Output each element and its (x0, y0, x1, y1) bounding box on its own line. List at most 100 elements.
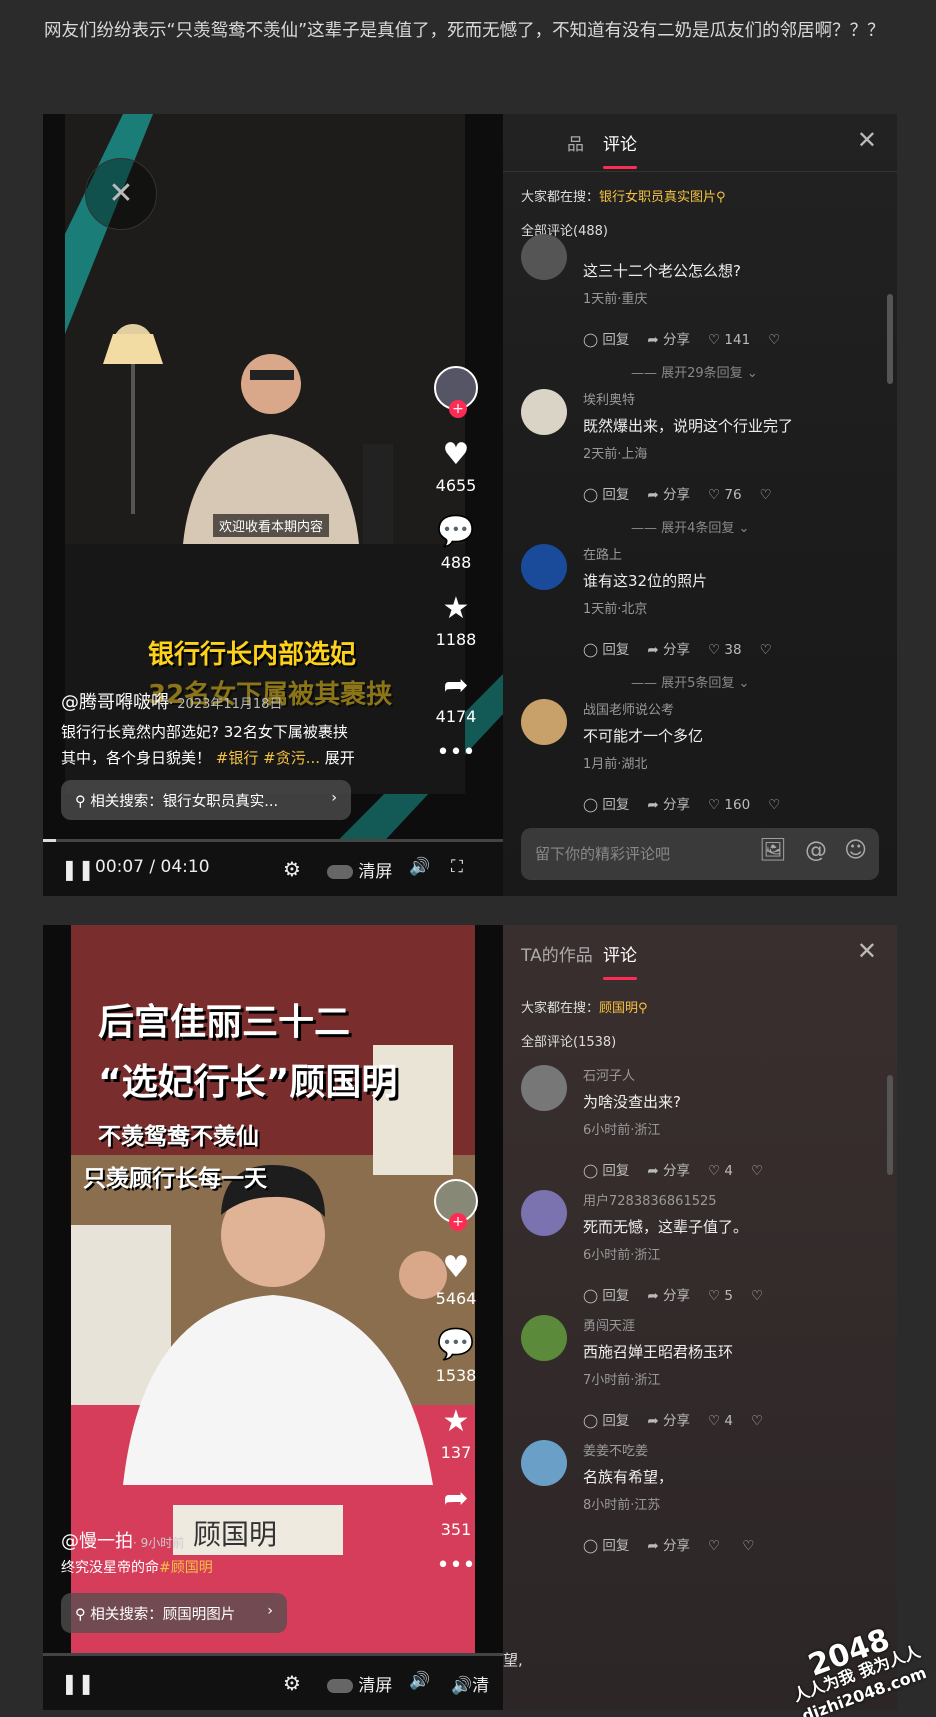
like-comment-button[interactable]: ♡ 76 (708, 487, 742, 503)
reply-button[interactable]: ◯ 回复 (583, 1413, 629, 1429)
reply-button[interactable]: ◯ 回复 (583, 1288, 629, 1304)
tab-comments[interactable]: 评论 (603, 941, 637, 980)
comment-author[interactable]: 勇闯天涯 (583, 1315, 635, 1334)
volume-icon[interactable]: 🔊 (409, 1671, 430, 1691)
author-name[interactable]: @腾哥嘚啵嘚 (61, 692, 169, 713)
scrollbar[interactable] (887, 1075, 893, 1175)
comment-author[interactable]: 姜姜不吃姜 (583, 1440, 648, 1459)
hot-search-keyword[interactable]: 银行女职员真实图片 (599, 190, 716, 205)
dislike-icon[interactable]: ♡ (751, 1288, 763, 1304)
comment-author[interactable]: 战国老师说公考 (583, 699, 674, 718)
avatar[interactable] (521, 389, 567, 435)
avatar[interactable] (521, 544, 567, 590)
favorite-button[interactable]: ★ 137 (426, 1407, 486, 1463)
video-author[interactable]: @慢一拍· 9小时前 (61, 1527, 184, 1553)
avatar[interactable] (521, 699, 567, 745)
like-comment-button[interactable]: ♡ (708, 1538, 724, 1554)
hashtags[interactable]: #银行 #贪污... (216, 749, 320, 767)
volume-icon-secondary[interactable]: 🔊清 (451, 1671, 489, 1696)
video-author[interactable]: @腾哥嘚啵嘚· 2023年11月18日 (61, 688, 282, 714)
tab-works[interactable]: TA的作品 (521, 941, 593, 966)
share-comment-button[interactable]: ➦ 分享 (647, 1413, 690, 1429)
author-avatar[interactable]: + (434, 366, 478, 418)
author-avatar[interactable]: + (434, 1179, 478, 1231)
video-area[interactable]: ✕ 欢迎收看本期内容 银行行长内部选妃 32名女下属被其裹挟 @腾哥嘚啵嘚· 2… (43, 114, 503, 896)
hashtags[interactable]: #顾国明 (159, 1560, 213, 1576)
volume-icon[interactable]: 🔊 (409, 857, 430, 877)
fullscreen-icon[interactable]: ⛶ (451, 857, 463, 877)
comment-author[interactable]: 在路上 (583, 544, 622, 563)
tab-comments[interactable]: 评论 (603, 130, 637, 169)
emoji-icon[interactable]: ☺ (844, 838, 867, 863)
follow-plus-icon[interactable]: + (449, 400, 467, 418)
hot-search-keyword[interactable]: 顾国明 (599, 1001, 638, 1016)
like-comment-button[interactable]: ♡ 141 (708, 332, 750, 348)
author-name[interactable]: @慢一拍 (61, 1531, 133, 1552)
reply-button[interactable]: ◯ 回复 (583, 332, 629, 348)
reply-button[interactable]: ◯ 回复 (583, 487, 629, 503)
like-comment-button[interactable]: ♡ 38 (708, 642, 742, 658)
dislike-icon[interactable]: ♡ (751, 1163, 763, 1179)
share-comment-button[interactable]: ➦ 分享 (647, 797, 690, 813)
pause-icon[interactable]: ❚❚ (61, 857, 95, 881)
expand-link[interactable]: 展开 (325, 749, 355, 767)
settings-gear-icon[interactable]: ⚙ (283, 1671, 301, 1695)
like-comment-button[interactable]: ♡ 4 (708, 1163, 733, 1179)
video-area[interactable]: 后宫佳丽三十二 “选妃行长”顾国明 不羡鸳鸯不羡仙 只羡顾行长每一天 顾国明 @… (43, 925, 503, 1710)
close-icon[interactable]: ✕ (857, 937, 877, 965)
pause-icon[interactable]: ❚❚ (61, 1671, 95, 1695)
comment-author[interactable]: 石河子人 (583, 1065, 635, 1084)
dislike-icon[interactable]: ♡ (768, 797, 780, 813)
clear-screen-toggle[interactable]: 清屏 (327, 1671, 392, 1696)
comment-button[interactable]: 💬 1538 (426, 1330, 486, 1386)
share-comment-button[interactable]: ➦ 分享 (647, 1288, 690, 1304)
reply-button[interactable]: ◯ 回复 (583, 1163, 629, 1179)
at-mention-icon[interactable]: @ (805, 838, 827, 863)
more-icon[interactable]: ••• (426, 1553, 486, 1578)
dislike-icon[interactable]: ♡ (760, 487, 772, 503)
follow-plus-icon[interactable]: + (449, 1213, 467, 1231)
comment-list[interactable]: 石河子人 为啥没查出来? 6小时前·浙江 ◯ 回复 ➦ 分享 ♡ 4 ♡ 用户72838368… (521, 1065, 867, 1710)
share-comment-button[interactable]: ➦ 分享 (647, 642, 690, 658)
image-icon[interactable]: 🖼 (759, 838, 787, 863)
expand-replies-link[interactable]: —— 展开29条回复 ⌄ (631, 362, 758, 381)
share-comment-button[interactable]: ➦ 分享 (647, 487, 690, 503)
settings-gear-icon[interactable]: ⚙ (283, 857, 301, 881)
dislike-icon[interactable]: ♡ (742, 1538, 754, 1554)
related-search-chip[interactable]: ⚲ 相关搜索：顾国明图片 › (61, 1593, 287, 1633)
dislike-icon[interactable]: ♡ (751, 1413, 763, 1429)
comment-author[interactable]: 埃利奥特 (583, 389, 635, 408)
avatar[interactable] (521, 234, 567, 280)
tab-works[interactable]: 品 (567, 130, 584, 155)
favorite-button[interactable]: ★ 1188 (426, 594, 486, 650)
reply-button[interactable]: ◯ 回复 (583, 797, 629, 813)
reply-button[interactable]: ◯ 回复 (583, 642, 629, 658)
avatar[interactable] (521, 1315, 567, 1361)
dislike-icon[interactable]: ♡ (768, 332, 780, 348)
avatar[interactable] (521, 1065, 567, 1111)
like-comment-button[interactable]: ♡ 160 (708, 797, 750, 813)
avatar[interactable] (521, 1440, 567, 1486)
like-comment-button[interactable]: ♡ 4 (708, 1413, 733, 1429)
expand-replies-link[interactable]: —— 展开5条回复 ⌄ (631, 672, 749, 691)
hot-search[interactable]: 大家都在搜：顾国明⚲ (521, 997, 648, 1016)
share-button[interactable]: ➦ 4174 (426, 671, 486, 727)
clear-screen-toggle[interactable]: 清屏 (327, 857, 392, 882)
like-button[interactable]: ♥ 5464 (426, 1253, 486, 1309)
share-comment-button[interactable]: ➦ 分享 (647, 332, 690, 348)
avatar[interactable] (521, 1190, 567, 1236)
expand-replies-link[interactable]: —— 展开4条回复 ⌄ (631, 517, 749, 536)
hot-search[interactable]: 大家都在搜：银行女职员真实图片⚲ (521, 186, 726, 205)
close-icon[interactable]: ✕ (857, 126, 877, 154)
comment-input[interactable]: 留下你的精彩评论吧 🖼 @ ☺ (521, 828, 879, 880)
close-video-button[interactable]: ✕ (85, 158, 157, 230)
reply-button[interactable]: ◯ 回复 (583, 1538, 629, 1554)
like-button[interactable]: ♥ 4655 (426, 440, 486, 496)
dislike-icon[interactable]: ♡ (760, 642, 772, 658)
share-comment-button[interactable]: ➦ 分享 (647, 1163, 690, 1179)
share-button[interactable]: ➦ 351 (426, 1484, 486, 1540)
comment-author[interactable]: 用户7283836861525 (583, 1190, 717, 1209)
comment-list[interactable]: 这三十二个老公怎么想? 1天前·重庆 ◯ 回复 ➦ 分享 ♡ 141 ♡ —— 展开29条回… (521, 234, 867, 836)
related-search-chip[interactable]: ⚲ 相关搜索：银行女职员真实... › (61, 780, 351, 820)
share-comment-button[interactable]: ➦ 分享 (647, 1538, 690, 1554)
